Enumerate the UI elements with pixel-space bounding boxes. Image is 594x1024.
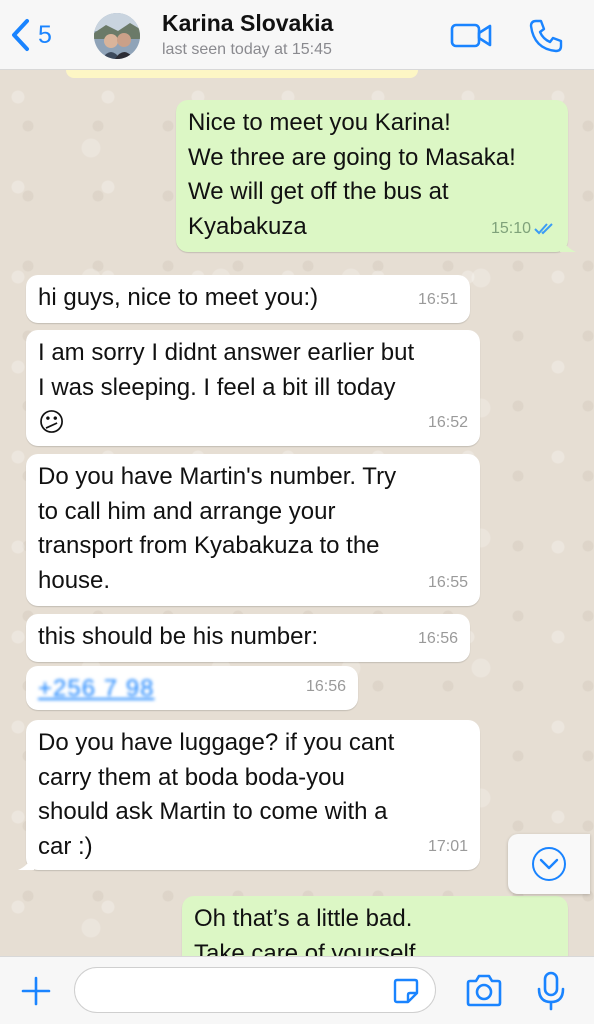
message-time: 16:56 — [417, 629, 458, 647]
message-text: Oh that’s a little bad. Take care of you… — [194, 905, 416, 956]
message-time: 16:51 — [417, 290, 458, 308]
message-meta: 15:10 — [491, 212, 556, 247]
message-text: Do you have luggage? if you cant carry t… — [38, 729, 395, 860]
confused-face-emoji: 😕 — [38, 407, 66, 437]
message-time: 15:10 — [490, 219, 531, 237]
unread-count: 5 — [38, 20, 52, 49]
phone-icon — [529, 19, 563, 53]
plus-icon[interactable] — [20, 975, 52, 1007]
message-incoming[interactable]: +256 7 98 16:56 — [26, 666, 358, 710]
message-time: 16:56 — [305, 677, 346, 695]
chevron-left-icon — [12, 19, 29, 51]
message-text: hi guys, nice to meet you:) — [38, 284, 319, 311]
contact-info[interactable]: Karina Slovakia last seen today at 15:45 — [162, 10, 333, 59]
message-incoming[interactable]: Do you have Martin's number. Try to call… — [26, 454, 480, 606]
back-button[interactable]: 5 — [10, 18, 52, 52]
message-time: 17:01 — [427, 837, 468, 855]
message-outgoing[interactable]: Oh that’s a little bad. Take care of you… — [182, 896, 568, 956]
microphone-icon[interactable] — [536, 971, 566, 1011]
message-text: Do you have Martin's number. Try to call… — [38, 463, 397, 594]
message-input[interactable] — [74, 967, 436, 1013]
camera-icon[interactable] — [464, 973, 504, 1009]
contact-avatar[interactable] — [94, 13, 140, 59]
video-call-button[interactable] — [450, 18, 494, 52]
phone-number-link[interactable]: +256 7 98 — [38, 672, 346, 707]
bubble-tail — [18, 854, 34, 870]
message-incoming[interactable]: hi guys, nice to meet you:) 16:51 — [26, 275, 470, 323]
scroll-to-bottom-button[interactable] — [508, 834, 590, 894]
message-incoming[interactable]: Do you have luggage? if you cant carry t… — [18, 720, 480, 870]
message-text: I am sorry I didnt answer earlier but I … — [38, 339, 415, 401]
message-time: 16:52 — [427, 413, 468, 431]
video-call-icon — [450, 23, 492, 48]
avatar-photo — [94, 13, 140, 59]
system-banner — [66, 70, 418, 78]
composer-bar — [0, 956, 594, 1024]
voice-call-button[interactable] — [528, 18, 564, 54]
bubble-tail — [560, 236, 576, 252]
last-seen-status: last seen today at 15:45 — [162, 41, 332, 58]
message-incoming[interactable]: this should be his number: 16:56 — [26, 614, 470, 662]
message-outgoing[interactable]: Nice to meet you Karina! We three are go… — [176, 100, 576, 252]
message-list[interactable]: Nice to meet you Karina! We three are go… — [0, 70, 594, 956]
message-text: this should be his number: — [38, 623, 319, 650]
message-time: 16:55 — [427, 573, 468, 591]
chat-header: 5 Karina Slovakia last seen today at 15:… — [0, 0, 594, 70]
message-incoming[interactable]: I am sorry I didnt answer earlier but I … — [26, 330, 480, 446]
chevron-down-icon — [532, 847, 566, 881]
read-receipt-icon — [534, 223, 553, 235]
contact-name: Karina Slovakia — [162, 10, 334, 36]
sticker-icon[interactable] — [392, 977, 420, 1005]
